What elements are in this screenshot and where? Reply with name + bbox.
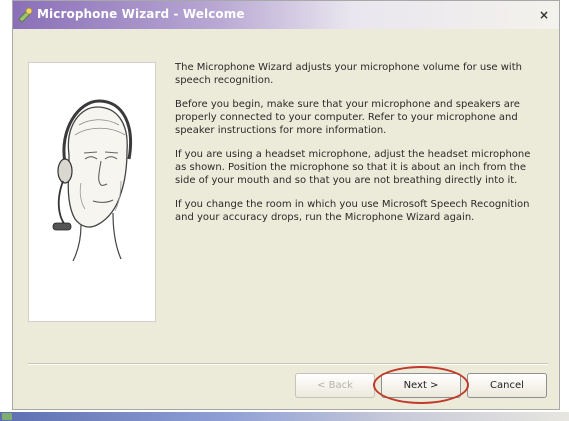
headset-illustration-panel [28,62,156,322]
microphone-wizard-icon [17,7,33,23]
next-button-highlight [373,366,469,404]
paragraph-headset: If you are using a headset microphone, a… [175,149,531,186]
paragraph-room-change: If you change the room in which you use … [175,199,530,223]
paragraph-intro: The Microphone Wizard adjusts your micro… [175,62,522,86]
cancel-button[interactable]: Cancel [467,373,547,398]
microphone-wizard-dialog: Microphone Wizard - Welcome × The Microp… [12,0,560,410]
footer-separator [28,363,548,365]
window-title: Microphone Wizard - Welcome [37,7,245,21]
paragraph-before-you-begin: Before you begin, make sure that your mi… [175,99,520,136]
title-bar[interactable]: Microphone Wizard - Welcome × [13,1,559,29]
taskbar [0,412,569,421]
welcome-text: The Microphone Wizard adjusts your micro… [175,61,541,235]
headset-face-illustration [52,99,132,262]
back-button[interactable]: < Back [295,373,375,398]
taskbar-app-icon[interactable] [2,413,12,420]
close-icon[interactable]: × [537,8,551,22]
